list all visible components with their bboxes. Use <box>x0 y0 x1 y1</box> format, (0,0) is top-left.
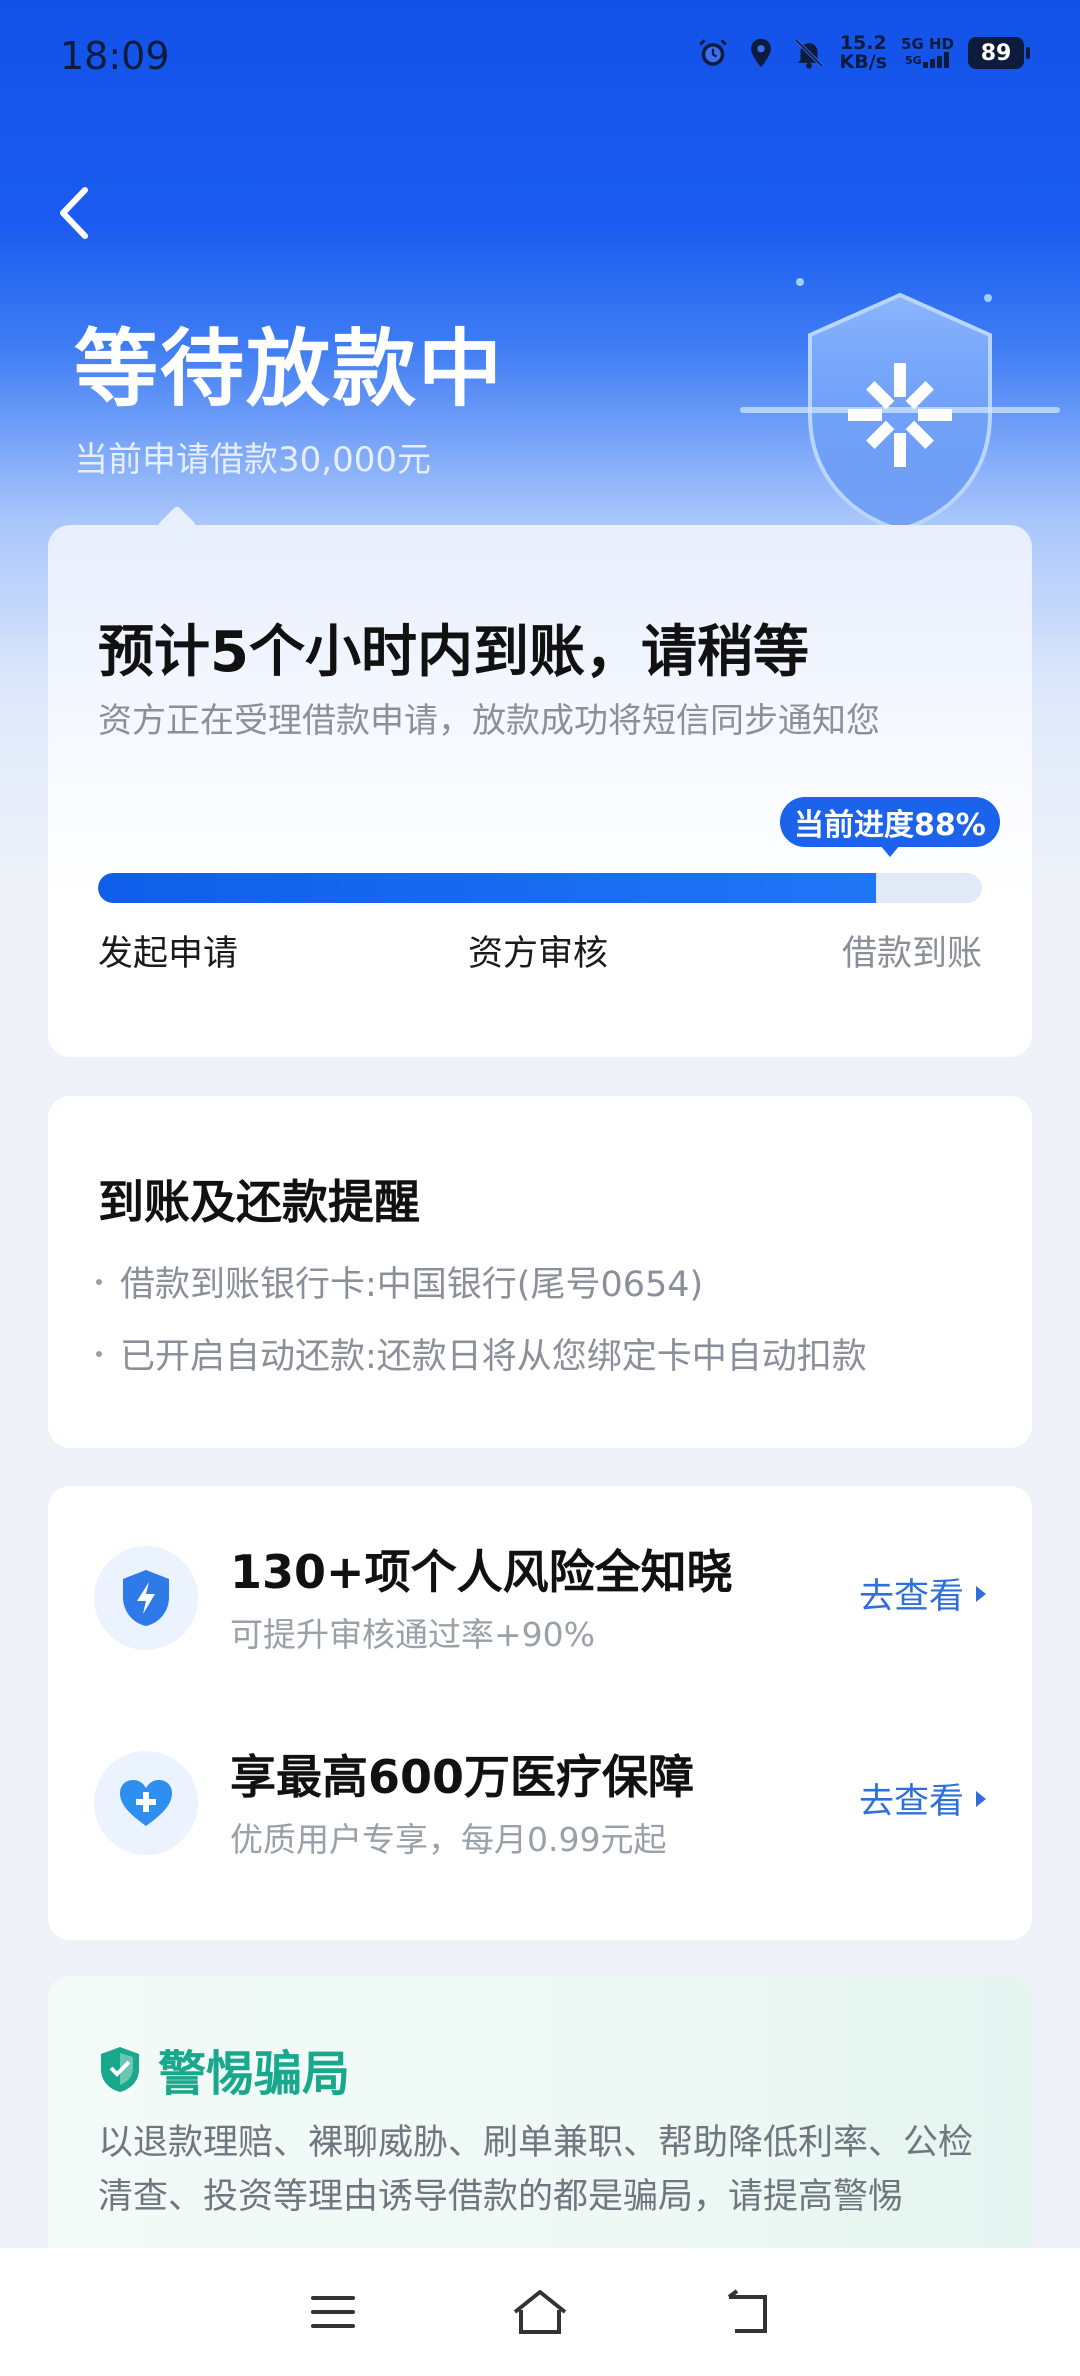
step-disbursed: 借款到账 <box>841 934 982 974</box>
warning-text: 以退款理赔、裸聊威胁、刷单兼职、帮助降低利率、公检清查、投资等理由诱导借款的都是… <box>98 2123 974 2217</box>
eta-description: 资方正在受理借款申请，放款成功将短信同步通知您 <box>98 701 880 741</box>
battery-icon: 89 <box>968 37 1030 69</box>
menu-icon <box>311 2296 356 2328</box>
reminder-item: 借款到账银行卡:中国银行(尾号0654) <box>96 1256 703 1307</box>
page-subtitle: 当前申请借款30,000元 <box>74 440 431 480</box>
bullet-dot <box>96 1278 102 1285</box>
progress-badge: 当前进度88% <box>780 797 1000 857</box>
service-title: 130+项个人风险全知晓 <box>230 1545 733 1599</box>
battery-level: 89 <box>980 40 1012 66</box>
services-card: 130+项个人风险全知晓 可提升审核通过率+90% 去查看 享最高600万医疗保… <box>48 1486 1032 1940</box>
back-nav-button[interactable] <box>707 2272 787 2352</box>
mute-bell-icon <box>794 39 823 69</box>
status-icons: 15.2 KB/s 5G HD 5G 89 <box>696 34 1030 72</box>
heart-plus-icon <box>94 1751 198 1855</box>
net-speed: 15.2 KB/s <box>840 34 887 72</box>
progress-fill <box>98 873 876 903</box>
menu-button[interactable] <box>293 2272 373 2352</box>
home-button[interactable] <box>500 2272 580 2352</box>
bullet-dot <box>96 1350 102 1357</box>
reminder-card: 到账及还款提醒 借款到账银行卡:中国银行(尾号0654) 已开启自动还款:还款日… <box>48 1096 1032 1448</box>
chevron-left-icon <box>60 187 88 239</box>
reminder-item: 已开启自动还款:还款日将从您绑定卡中自动扣款 <box>96 1328 867 1379</box>
link-label: 去查看 <box>858 1782 964 1822</box>
eta-title: 预计5个小时内到账，请稍等 <box>98 620 809 685</box>
step-apply: 发起申请 <box>98 934 239 974</box>
arrow-right-icon <box>976 1790 986 1807</box>
step-review: 资方审核 <box>468 934 609 974</box>
service-medical-insurance[interactable]: 享最高600万医疗保障 优质用户专享，每月0.99元起 去查看 <box>48 1741 1032 1901</box>
back-button[interactable] <box>44 178 104 248</box>
home-icon <box>513 2290 567 2334</box>
system-nav-bar <box>0 2248 1080 2376</box>
view-risk-link[interactable]: 去查看 <box>859 1568 986 1619</box>
page-title: 等待放款中 <box>74 320 505 418</box>
return-icon <box>727 2289 767 2333</box>
net-speed-unit: KB/s <box>839 51 888 73</box>
alarm-icon <box>698 39 727 66</box>
signal-label-1: 5G HD <box>901 34 954 53</box>
service-risk-report[interactable]: 130+项个人风险全知晓 可提升审核通过率+90% 去查看 <box>48 1536 1032 1696</box>
signal-indicator: 5G HD 5G <box>901 36 954 71</box>
status-bar: 18:09 15.2 KB/s 5G HD 5G 89 <box>0 0 1080 115</box>
arrow-right-icon <box>976 1585 986 1602</box>
service-title: 享最高600万医疗保障 <box>230 1750 695 1804</box>
warning-title: 警惕骗局 <box>158 2046 351 2102</box>
link-label: 去查看 <box>858 1577 964 1617</box>
reminder-title: 到账及还款提醒 <box>98 1175 420 1229</box>
shield-lightning-icon <box>94 1546 198 1650</box>
shield-illustration <box>740 270 1060 550</box>
reminder-item-text: 借款到账银行卡:中国银行(尾号0654) <box>120 1265 704 1305</box>
signal-icon: 5G <box>905 51 949 68</box>
location-icon <box>750 38 771 68</box>
view-insurance-link[interactable]: 去查看 <box>859 1773 986 1824</box>
shield-check-icon <box>101 2047 139 2092</box>
signal-label-2: 5G <box>905 54 922 67</box>
progress-card: 预计5个小时内到账，请稍等 资方正在受理借款申请，放款成功将短信同步通知您 当前… <box>48 525 1032 1057</box>
service-subtitle: 可提升审核通过率+90% <box>230 1615 595 1654</box>
warning-title-row: 警惕骗局 <box>98 2034 350 2104</box>
reminder-item-text: 已开启自动还款:还款日将从您绑定卡中自动扣款 <box>120 1337 867 1377</box>
progress-bar <box>98 873 982 903</box>
service-subtitle: 优质用户专享，每月0.99元起 <box>230 1820 667 1859</box>
status-time: 18:09 <box>60 34 170 78</box>
